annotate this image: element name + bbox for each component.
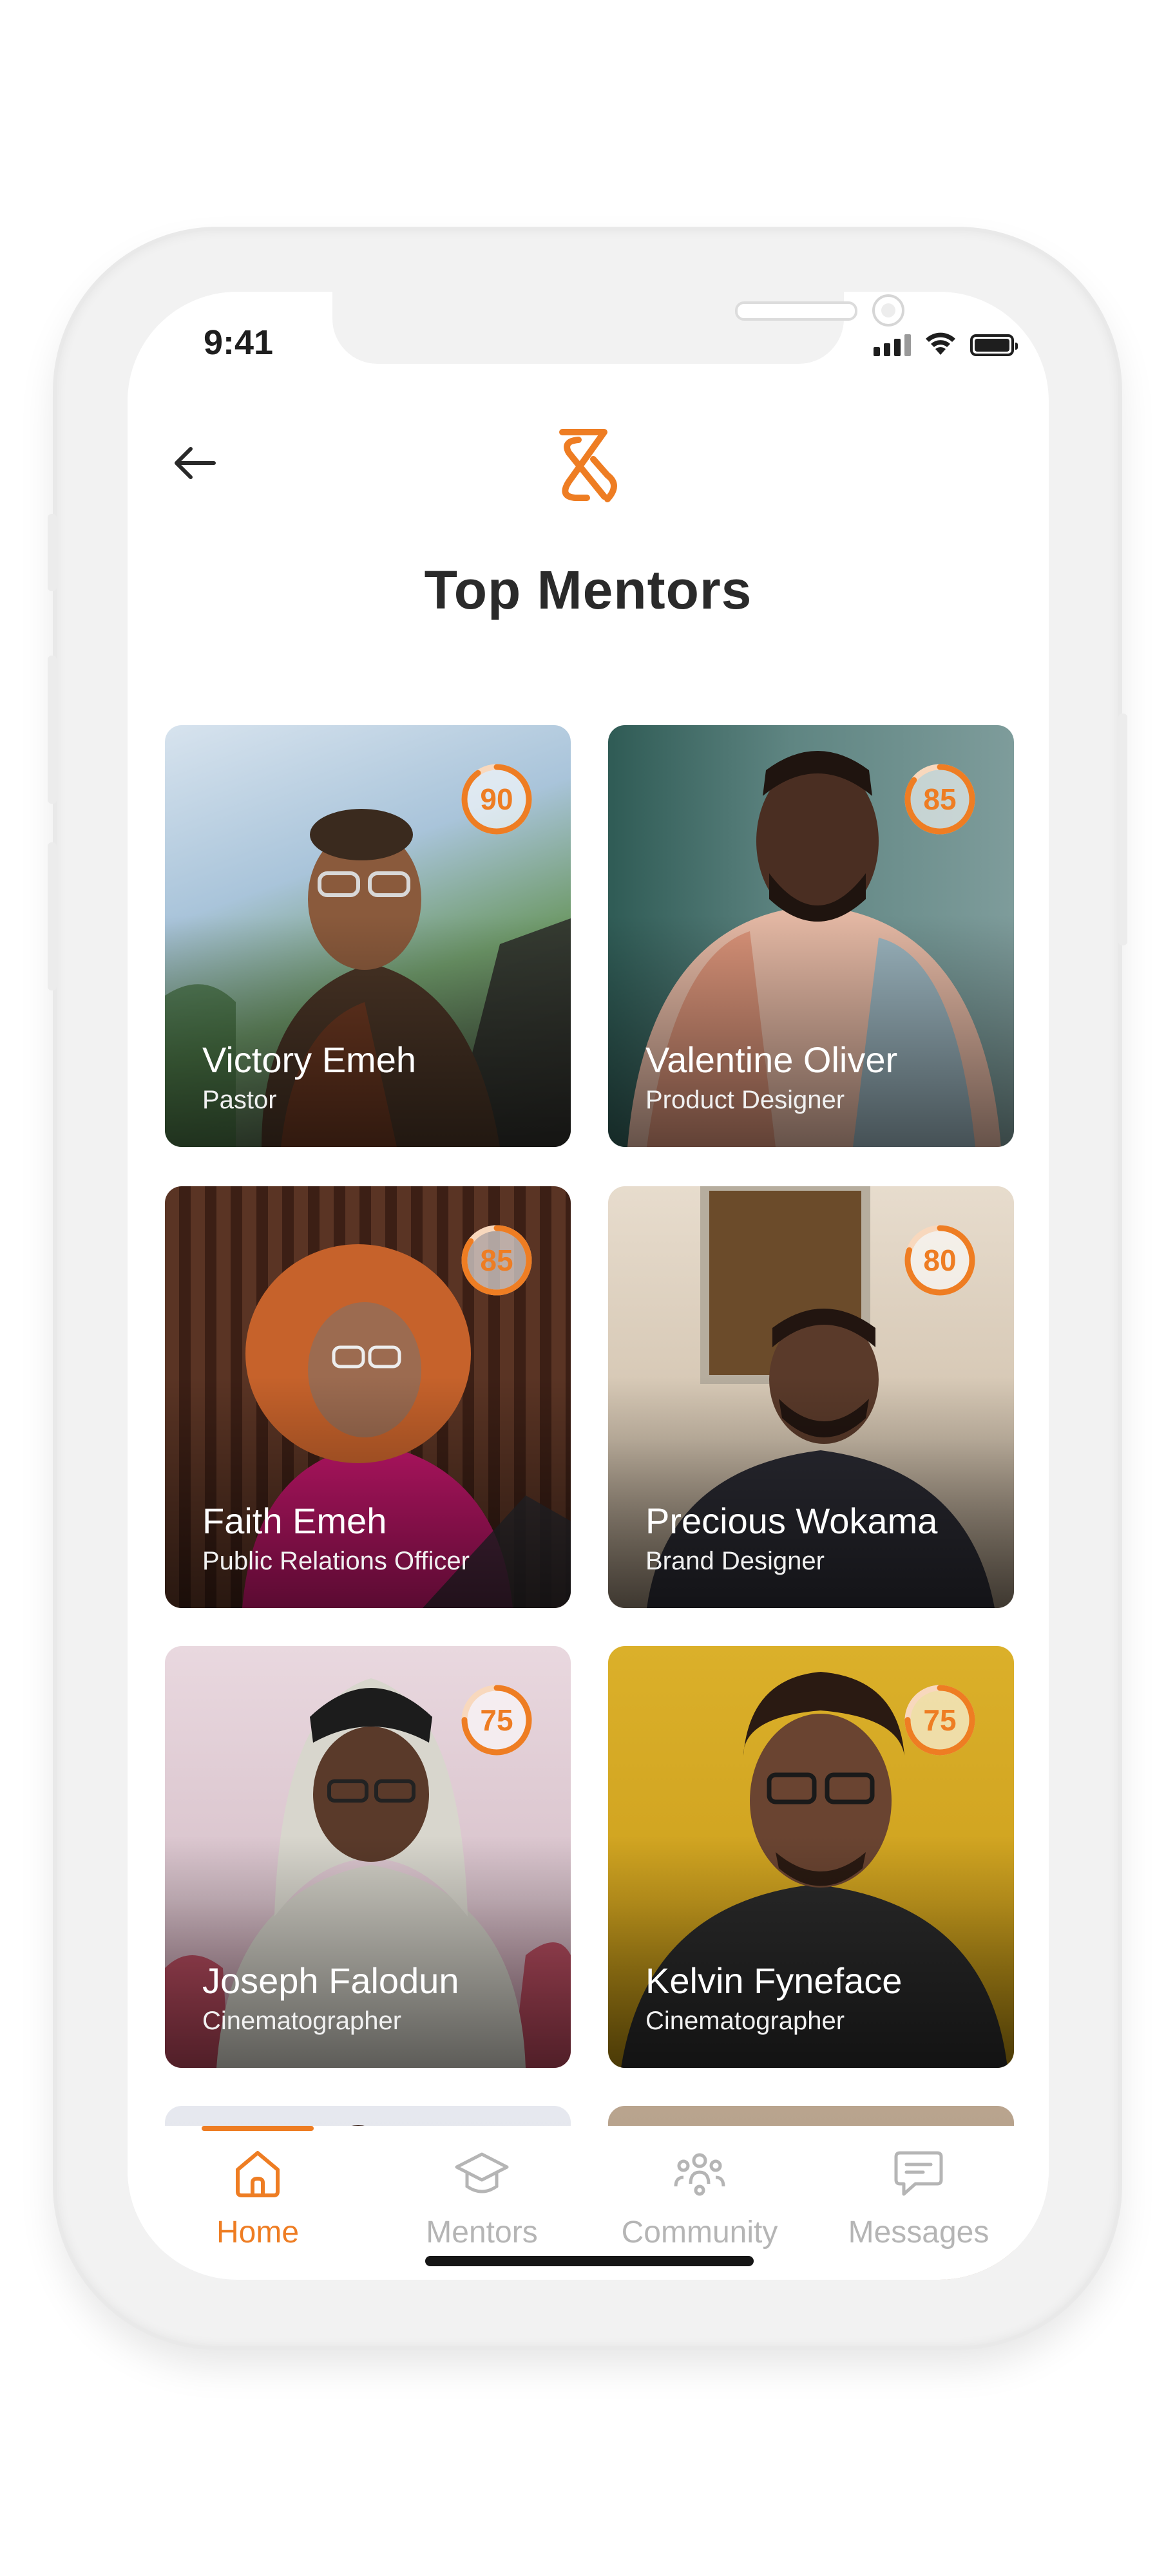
mentor-name: Valentine Oliver [645,1039,898,1080]
notch [332,292,904,364]
mentor-name: Kelvin Fyneface [645,1960,903,2001]
mentor-card[interactable]: 75 Joseph Falodun Cinematographer [165,1646,571,2068]
score-value: 75 [480,1703,513,1737]
nav-messages-label: Messages [848,2215,989,2249]
mentor-card[interactable]: 80 Precious Wokama Brand Designer [608,1186,1014,1608]
score-value: 80 [923,1244,957,1277]
mentor-name: Precious Wokama [645,1501,938,1541]
mentor-role: Product Designer [645,1086,845,1114]
app-screen: 9:41 Top Mentors 90 Victory Emeh Pastor … [128,292,1049,2280]
app-logo [559,429,617,502]
status-time: 9:41 [204,323,274,362]
mentor-card[interactable]: 90 Victory Emeh Pastor [165,725,571,1147]
wifi-icon [926,332,955,355]
nav-messages[interactable]: Messages [835,2144,1002,2250]
score-value: 85 [480,1244,513,1277]
nav-community[interactable]: Community [616,2144,783,2250]
mentor-role: Cinematographer [645,2007,845,2035]
mentor-card[interactable]: 85 Valentine Oliver Product Designer [608,725,1014,1147]
nav-community-label: Community [621,2215,778,2249]
score-ring: 85 [459,1222,535,1298]
home-indicator [425,2256,754,2266]
battery-icon [970,334,1018,356]
front-camera [872,294,904,327]
active-tab-indicator [202,2126,314,2131]
score-ring: 85 [902,761,978,837]
people-icon [674,2153,725,2196]
signal-icon [874,333,911,356]
mentor-role: Public Relations Officer [202,1547,470,1575]
mentor-name: Victory Emeh [202,1039,416,1080]
mentor-card[interactable]: 85 Faith Emeh Public Relations Officer [165,1186,571,1608]
mute-switch [48,514,57,591]
score-ring: 75 [459,1682,535,1758]
volume-up-button [48,656,57,804]
home-icon [236,2151,280,2197]
power-button [1118,714,1127,945]
score-value: 75 [923,1703,957,1737]
nav-home-label: Home [216,2215,300,2249]
phone-frame: 9:41 Top Mentors 90 Victory Emeh Pastor … [48,231,1127,2346]
mentor-role: Pastor [202,1086,277,1114]
score-value: 90 [480,782,513,816]
speaker-grille [735,301,857,321]
score-ring: 75 [902,1682,978,1758]
nav-home[interactable]: Home [174,2144,341,2250]
status-icons [874,330,1018,356]
mentor-role: Brand Designer [645,1547,825,1575]
score-ring: 90 [459,761,535,837]
mentor-name: Joseph Falodun [202,1960,459,2001]
mentor-role: Cinematographer [202,2007,402,2035]
mentor-name: Faith Emeh [202,1501,387,1541]
score-value: 85 [923,782,957,816]
mentor-card[interactable]: 75 Kelvin Fyneface Cinematographer [608,1646,1014,2068]
mortarboard-icon [455,2152,509,2193]
back-arrow-icon[interactable] [167,437,219,489]
volume-down-button [48,842,57,990]
message-icon [894,2151,943,2196]
nav-mentors-label: Mentors [426,2215,538,2249]
nav-mentors[interactable]: Mentors [398,2144,566,2250]
score-ring: 80 [902,1222,978,1298]
page-title: Top Mentors [424,560,752,620]
